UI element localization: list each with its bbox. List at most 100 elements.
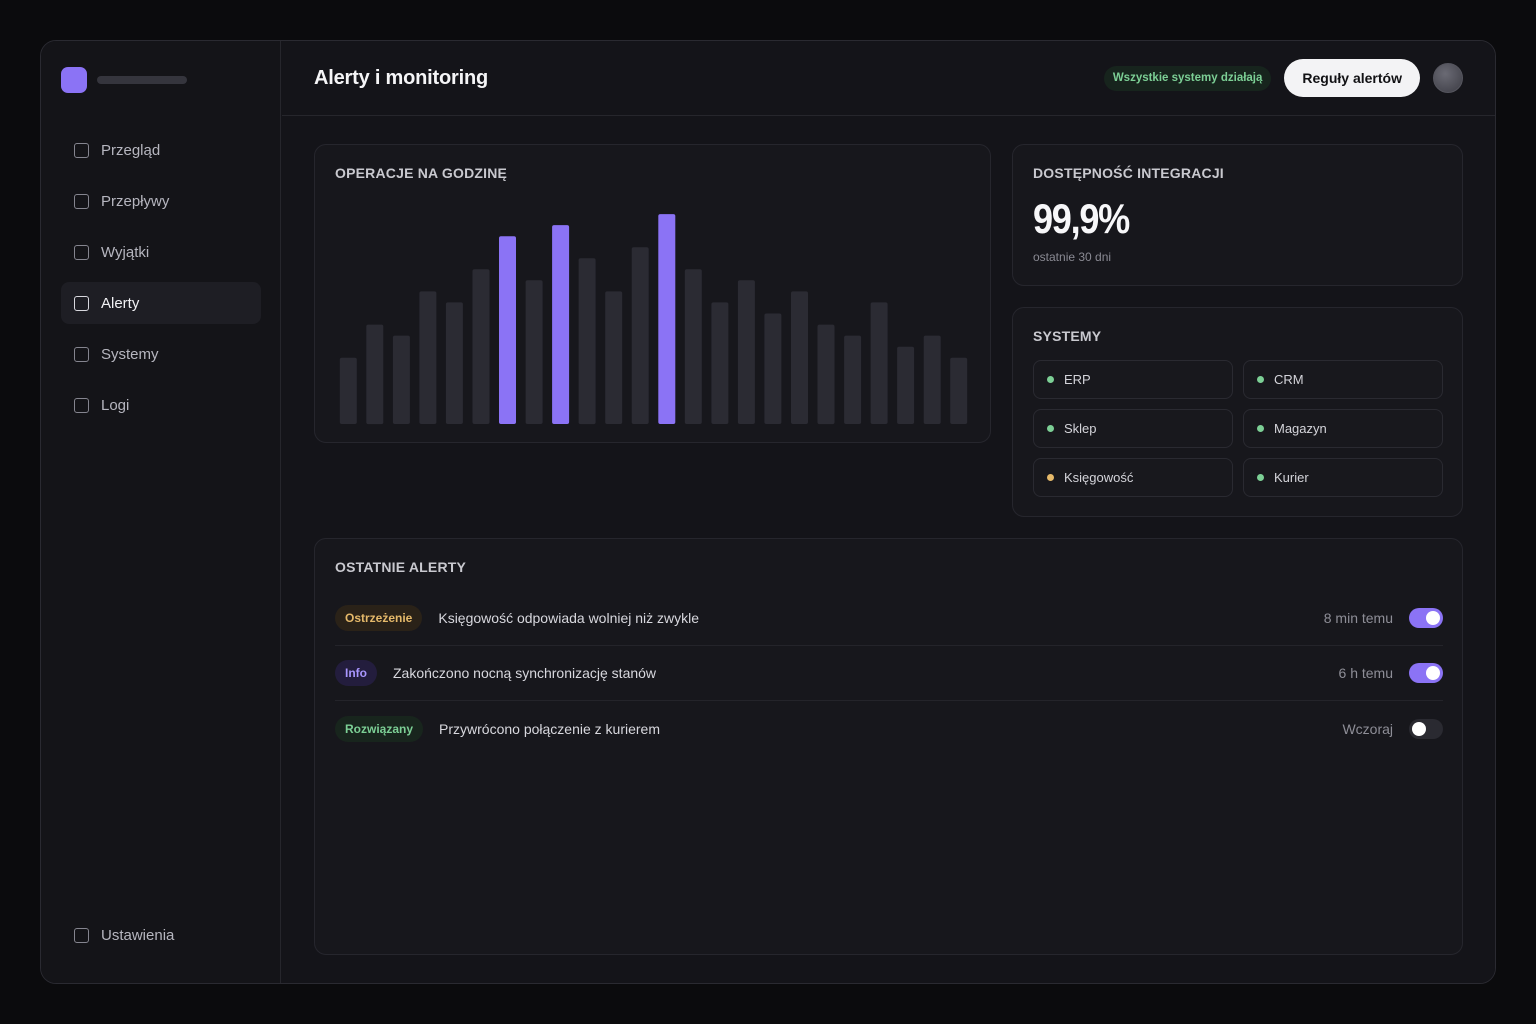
uptime-card: DOSTĘPNOŚĆ INTEGRACJI 99,9% ostatnie 30 … [1012, 144, 1463, 286]
alert-message: Zakończono nocną synchronizację stanów [393, 665, 657, 681]
alert-message: Księgowość odpowiada wolniej niż zwykle [438, 610, 700, 626]
chart-bar [631, 247, 649, 424]
operations-bar-chart [339, 214, 968, 425]
operations-chart-card: OPERACJE NA GODZINĘ [314, 144, 991, 443]
alert-level-badge: Info [335, 660, 377, 686]
sidebar-item-ustawienia[interactable]: Ustawienia [61, 914, 261, 956]
chart-bar [737, 280, 755, 424]
alerts-list: Ostrzeżenie Księgowość odpowiada wolniej… [335, 591, 1443, 756]
sidebar-item-label: Ustawienia [101, 926, 175, 944]
square-icon [74, 193, 89, 209]
recent-alerts-title: OSTATNIE ALERTY [335, 559, 467, 575]
alert-row[interactable]: Ostrzeżenie Księgowość odpowiada wolniej… [335, 591, 1443, 646]
alert-time: 6 h temu [1338, 665, 1393, 681]
avatar[interactable] [1433, 63, 1463, 93]
chart-bar [472, 269, 490, 424]
sidebar-footer: Ustawienia [61, 914, 261, 956]
sidebar-item-label: Systemy [101, 345, 159, 363]
alert-rules-button[interactable]: Reguły alertów [1284, 59, 1420, 97]
systems-grid: ERP CRM Sklep Magazyn Księgowość Kurier [1033, 360, 1443, 497]
alert-row[interactable]: Rozwiązany Przywrócono połączenie z kuri… [335, 701, 1443, 756]
system-status-badge: Wszystkie systemy działają [1103, 65, 1272, 91]
chart-bar [870, 302, 888, 424]
status-dot [1047, 474, 1054, 481]
chart-bar [525, 280, 543, 424]
page-title: Alerty i monitoring [314, 66, 488, 89]
system-tile-erp[interactable]: ERP [1033, 360, 1233, 399]
chart-bar [950, 357, 968, 424]
status-dot [1257, 474, 1264, 481]
uptime-period: ostatnie 30 dni [1033, 250, 1112, 264]
sidebar-item-alerty[interactable]: Alerty [61, 282, 261, 324]
system-tile-kurier[interactable]: Kurier [1243, 458, 1443, 497]
recent-alerts-card: OSTATNIE ALERTY Ostrzeżenie Księgowość o… [314, 538, 1463, 955]
toggle-knob [1426, 666, 1440, 680]
uptime-title: DOSTĘPNOŚĆ INTEGRACJI [1033, 165, 1224, 181]
square-icon [74, 346, 89, 362]
system-name: CRM [1274, 372, 1304, 387]
sidebar-item-label: Wyjątki [101, 243, 150, 261]
status-dot [1257, 376, 1264, 383]
alert-level-badge: Ostrzeżenie [335, 605, 423, 631]
system-name: Księgowość [1064, 470, 1134, 485]
chart-bar [445, 302, 463, 424]
alert-level-badge: Rozwiązany [335, 715, 424, 742]
chart-bar [684, 269, 702, 424]
system-tile-magazyn[interactable]: Magazyn [1243, 409, 1443, 448]
header-actions: Wszystkie systemy działają Reguły alertó… [1103, 59, 1463, 97]
chart-bar [392, 335, 410, 424]
sidebar-item-przeplywy[interactable]: Przepływy [61, 180, 261, 222]
sidebar-nav: Przegląd Przepływy Wyjątki Alerty System… [61, 129, 261, 435]
chart-bar [844, 335, 862, 424]
sidebar-item-label: Logi [101, 396, 130, 414]
sidebar-item-label: Alerty [101, 294, 140, 312]
sidebar-item-systemy[interactable]: Systemy [61, 333, 261, 375]
brand-name-placeholder [97, 76, 187, 84]
sidebar-item-wyjatki[interactable]: Wyjątki [61, 231, 261, 273]
sidebar-item-label: Przegląd [101, 141, 161, 159]
chart-bar [578, 258, 596, 425]
page-header: Alerty i monitoring Wszystkie systemy dz… [282, 41, 1495, 116]
square-icon [74, 927, 89, 943]
chart-bar [366, 324, 384, 425]
sidebar-item-logi[interactable]: Logi [61, 384, 261, 426]
status-dot [1257, 425, 1264, 432]
systems-card: SYSTEMY ERP CRM Sklep Magazyn Księgowość… [1012, 307, 1463, 517]
system-name: Kurier [1274, 470, 1309, 485]
system-name: ERP [1064, 372, 1091, 387]
toggle-knob [1412, 721, 1426, 736]
chart-bar [605, 291, 623, 424]
sidebar-item-przeglad[interactable]: Przegląd [61, 129, 261, 171]
toggle-knob [1426, 611, 1440, 625]
system-name: Magazyn [1274, 421, 1327, 436]
chart-bar [817, 324, 835, 425]
square-icon [74, 397, 89, 413]
alert-message: Przywrócono połączenie z kurierem [439, 720, 660, 737]
alert-row[interactable]: Info Zakończono nocną synchronizację sta… [335, 646, 1443, 701]
chart-bar [897, 346, 915, 424]
brand[interactable] [61, 67, 187, 93]
chart-bar [658, 214, 676, 424]
brand-logo [61, 67, 87, 93]
chart-bar [923, 335, 941, 424]
system-tile-crm[interactable]: CRM [1243, 360, 1443, 399]
sidebar: Przegląd Przepływy Wyjątki Alerty System… [41, 41, 281, 983]
systems-title: SYSTEMY [1033, 328, 1102, 344]
chart-bar [791, 291, 808, 424]
chart-bar [419, 291, 437, 424]
square-icon [74, 295, 89, 311]
alert-toggle[interactable] [1409, 608, 1443, 628]
status-dot [1047, 376, 1054, 383]
chart-bar [499, 236, 516, 424]
alert-time: 8 min temu [1323, 610, 1393, 626]
chart-bar [339, 357, 357, 424]
system-tile-ksiegowosc[interactable]: Księgowość [1033, 458, 1233, 497]
uptime-value: 99,9% [1033, 195, 1130, 242]
system-tile-sklep[interactable]: Sklep [1033, 409, 1233, 448]
square-icon [74, 142, 89, 158]
alert-toggle[interactable] [1409, 718, 1443, 739]
chart-bar [552, 225, 570, 424]
alert-toggle[interactable] [1409, 663, 1443, 683]
alert-time: Wczoraj [1342, 720, 1393, 737]
status-dot [1047, 425, 1054, 432]
